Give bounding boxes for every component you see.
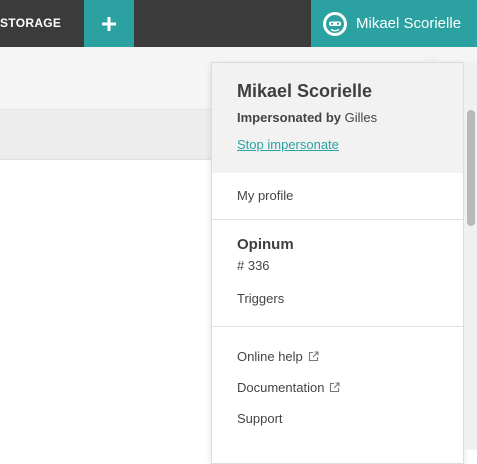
user-menu-name: Mikael Scorielle bbox=[356, 15, 462, 32]
add-button[interactable] bbox=[84, 0, 134, 47]
external-link-icon bbox=[308, 351, 319, 362]
impersonated-by-label: Impersonated by bbox=[237, 110, 342, 125]
user-dropdown-menu: Mikael Scorielle Impersonated by Gilles … bbox=[211, 62, 464, 464]
online-help-label: Online help bbox=[237, 349, 303, 364]
documentation-link[interactable]: Documentation bbox=[237, 380, 438, 395]
triggers-link[interactable]: Triggers bbox=[237, 291, 438, 306]
organization-id: # 336 bbox=[237, 258, 270, 273]
dropdown-header: Mikael Scorielle Impersonated by Gilles … bbox=[212, 63, 463, 173]
my-profile-link[interactable]: My profile bbox=[237, 188, 438, 203]
help-section: Online help Documentation Support bbox=[212, 327, 463, 426]
profile-section: My profile bbox=[212, 173, 463, 220]
avatar-icon bbox=[323, 11, 347, 36]
impersonation-info: Impersonated by Gilles bbox=[237, 110, 438, 125]
plus-icon bbox=[102, 16, 116, 31]
scrollbar-thumb[interactable] bbox=[467, 110, 475, 226]
user-menu-button[interactable]: Mikael Scorielle bbox=[311, 0, 477, 47]
dropdown-caret bbox=[423, 54, 439, 62]
top-navigation-bar: STORAGE Mikael Scorielle bbox=[0, 0, 477, 47]
documentation-label: Documentation bbox=[237, 380, 325, 395]
dropdown-user-name: Mikael Scorielle bbox=[237, 81, 373, 101]
support-link[interactable]: Support bbox=[237, 411, 438, 426]
impersonator-name: Gilles bbox=[344, 110, 378, 125]
organization-section: Opinum # 336 Triggers bbox=[212, 220, 463, 327]
external-link-icon bbox=[330, 382, 341, 393]
organization-name: Opinum bbox=[237, 236, 294, 253]
stop-impersonate-link[interactable]: Stop impersonate bbox=[237, 137, 339, 152]
online-help-link[interactable]: Online help bbox=[237, 349, 438, 364]
nav-item-storage[interactable]: STORAGE bbox=[0, 0, 61, 47]
